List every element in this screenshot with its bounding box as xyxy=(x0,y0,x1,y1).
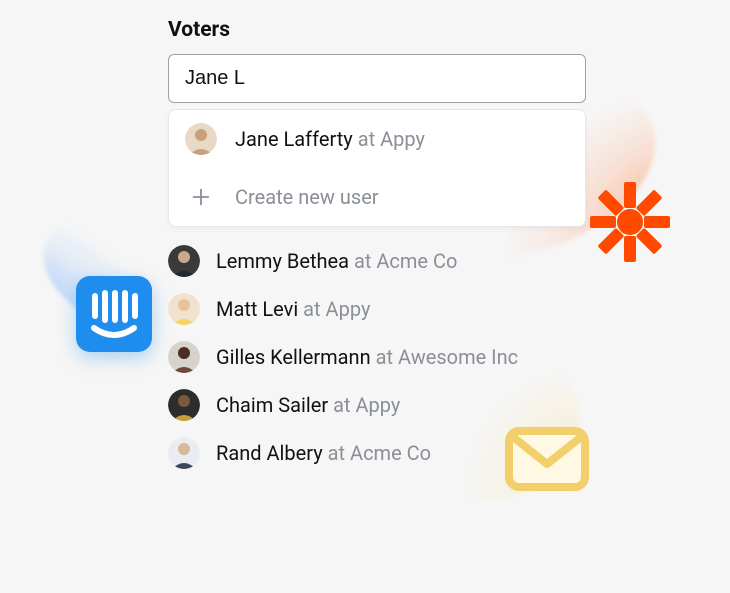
voter-row[interactable]: Rand Albery at Acme Co xyxy=(168,437,586,469)
avatar xyxy=(168,245,200,277)
create-new-user-row[interactable]: Create new user xyxy=(169,168,585,226)
intercom-icon xyxy=(76,276,152,352)
voters-panel: Voters Jane Lafferty at Appy xyxy=(168,18,586,469)
page-title: Voters xyxy=(168,18,586,42)
voters-list: Lemmy Bethea at Acme Co Matt Levi at App… xyxy=(168,245,586,469)
voter-name: Jane Lafferty xyxy=(235,127,353,151)
search-dropdown: Jane Lafferty at Appy Create new user xyxy=(168,109,586,227)
voter-name: Gilles Kellermann xyxy=(216,345,371,369)
voter-name: Lemmy Bethea xyxy=(216,249,349,273)
avatar xyxy=(168,293,200,325)
voter-name: Matt Levi xyxy=(216,297,298,321)
voter-row[interactable]: Lemmy Bethea at Acme Co xyxy=(168,245,586,277)
voter-search-input[interactable] xyxy=(168,54,586,103)
avatar xyxy=(168,341,200,373)
zapier-icon xyxy=(584,176,676,268)
avatar xyxy=(168,389,200,421)
avatar xyxy=(185,123,217,155)
voter-name: Chaim Sailer xyxy=(216,393,328,417)
voter-row[interactable]: Chaim Sailer at Appy xyxy=(168,389,586,421)
voter-name: Rand Albery xyxy=(216,441,323,465)
create-new-user-label: Create new user xyxy=(235,185,379,209)
voter-row[interactable]: Gilles Kellermann at Awesome Inc xyxy=(168,341,586,373)
dropdown-match-text: Jane Lafferty at Appy xyxy=(235,127,425,151)
voter-row[interactable]: Matt Levi at Appy xyxy=(168,293,586,325)
dropdown-match-row[interactable]: Jane Lafferty at Appy xyxy=(169,110,585,168)
plus-icon xyxy=(185,181,217,213)
avatar xyxy=(168,437,200,469)
